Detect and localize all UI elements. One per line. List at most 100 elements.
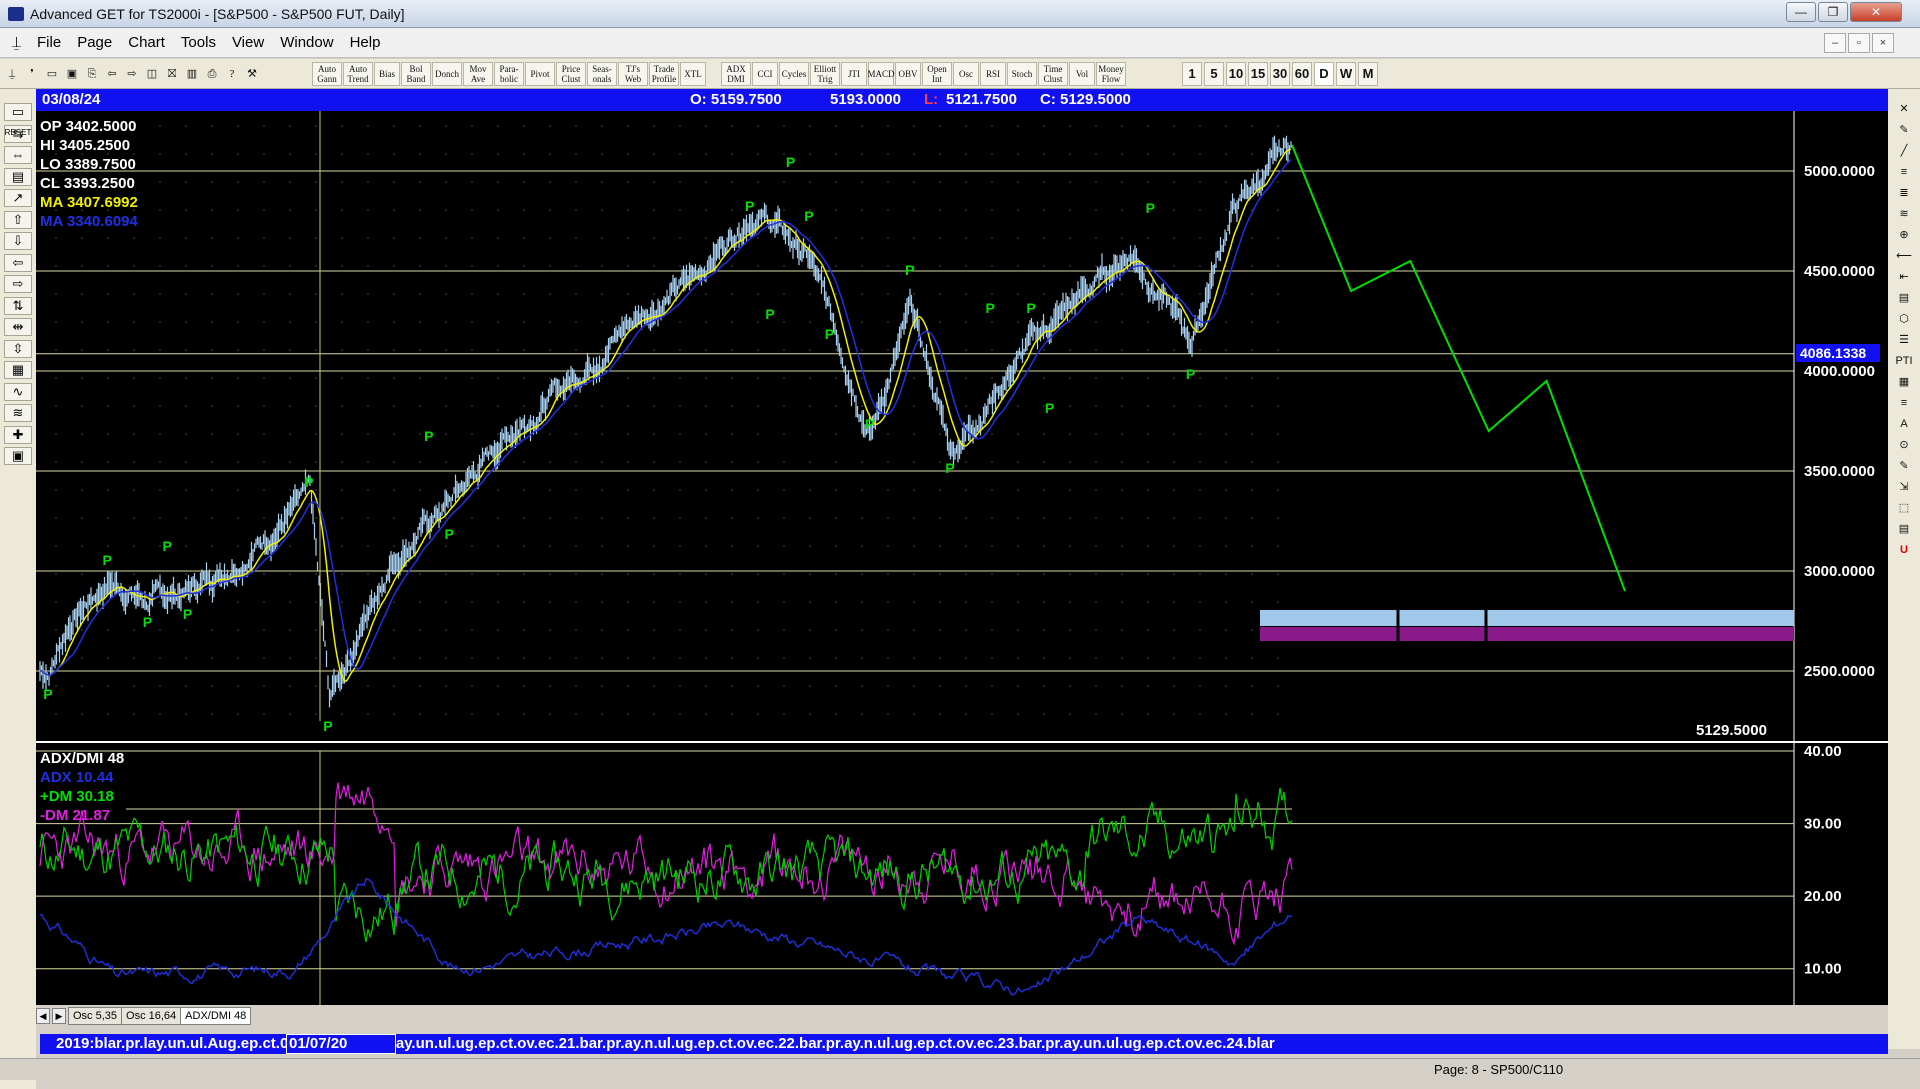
toolbar-icon-5[interactable]: ⇦	[104, 62, 120, 86]
right-tool-1[interactable]: ✎	[1893, 122, 1915, 138]
tab-scroll-right[interactable]: ▶	[52, 1008, 66, 1024]
right-tool-0[interactable]: ✕	[1893, 101, 1915, 117]
right-tool-3[interactable]: ≡	[1893, 164, 1915, 180]
left-tool-2[interactable]: ⇔	[4, 146, 32, 164]
timeframe-button-D[interactable]: D	[1314, 62, 1334, 86]
left-tool-5[interactable]: ⇧	[4, 210, 32, 229]
left-tool-0[interactable]: ▭	[4, 103, 32, 121]
left-tool-16[interactable]: ▣	[4, 447, 32, 465]
timeframe-button-5[interactable]: 5	[1204, 62, 1224, 86]
study-button-6[interactable]: Para- bolic	[494, 62, 524, 86]
toolbar-icon-8[interactable]: ⛝	[164, 62, 180, 86]
tab-osc-16-64[interactable]: Osc 16,64	[121, 1007, 182, 1025]
left-tool-9[interactable]: ⇅	[4, 296, 32, 315]
left-tool-3[interactable]: ▤	[4, 167, 32, 186]
right-tool-16[interactable]: ⊙	[1893, 437, 1915, 453]
study-button-11[interactable]: Trade Profile	[649, 62, 679, 86]
right-tool-8[interactable]: ⇤	[1893, 269, 1915, 285]
right-tool-19[interactable]: ⬚	[1893, 500, 1915, 516]
maximize-button[interactable]: ❐	[1818, 2, 1848, 22]
right-tool-21[interactable]: U	[1893, 542, 1915, 558]
left-tool-4[interactable]: ↗	[4, 189, 32, 207]
left-tool-12[interactable]: ▦	[4, 361, 32, 379]
study-button-9[interactable]: Seas- onals	[587, 62, 617, 86]
right-tool-11[interactable]: ☰	[1893, 332, 1915, 348]
left-tool-8[interactable]: ⇨	[4, 275, 32, 293]
right-tool-7[interactable]: ⟵	[1893, 248, 1915, 264]
chart-svg[interactable]: P P P P P P P P P P P P P P P P P P P P P P OP 3402.5000 HI 3…	[36, 111, 1888, 1005]
toolbar-icon-3[interactable]: ▣	[64, 62, 80, 86]
right-tool-9[interactable]: ▤	[1893, 290, 1915, 306]
study-button-20[interactable]: Open Int	[922, 62, 952, 86]
study-button-0[interactable]: Auto Gann	[312, 62, 342, 86]
timeframe-button-W[interactable]: W	[1336, 62, 1356, 86]
timeframe-button-M[interactable]: M	[1358, 62, 1378, 86]
study-button-14[interactable]: CCI	[752, 62, 778, 86]
left-tool-reset[interactable]: RESET	[4, 129, 32, 147]
right-tool-2[interactable]: ╱	[1893, 143, 1915, 159]
study-button-24[interactable]: Time Clust	[1038, 62, 1068, 86]
toolbar-icon-12[interactable]: ⚒	[244, 62, 260, 86]
study-button-10[interactable]: TJ's Web	[618, 62, 648, 86]
right-tool-12[interactable]: PTI	[1893, 353, 1915, 369]
toolbar-icon-6[interactable]: ⇨	[124, 62, 140, 86]
mdi-minimize-button[interactable]: –	[1824, 33, 1846, 53]
menu-chart[interactable]: Chart	[128, 34, 165, 51]
study-button-4[interactable]: Donch	[432, 62, 462, 86]
left-tool-13[interactable]: ∿	[4, 382, 32, 401]
toolbar-icon-2[interactable]: ▭	[44, 62, 60, 86]
left-tool-6[interactable]: ⇩	[4, 232, 32, 250]
menu-help[interactable]: Help	[350, 34, 381, 51]
close-button[interactable]: ✕	[1850, 2, 1902, 22]
left-tool-11[interactable]: ⇳	[4, 339, 32, 358]
minimize-button[interactable]: —	[1786, 2, 1816, 22]
tab-osc-5-35[interactable]: Osc 5,35	[68, 1007, 123, 1025]
timeframe-button-10[interactable]: 10	[1226, 62, 1246, 86]
right-tool-20[interactable]: ▤	[1893, 521, 1915, 537]
timeframe-button-30[interactable]: 30	[1270, 62, 1290, 86]
study-button-13[interactable]: ADX DMI	[721, 62, 751, 86]
pin-icon[interactable]: ⍊	[12, 34, 21, 51]
mdi-close-button[interactable]: ×	[1872, 33, 1894, 53]
toolbar-icon-7[interactable]: ◫	[144, 62, 160, 86]
menu-page[interactable]: Page	[77, 34, 112, 51]
right-tool-4[interactable]: ≣	[1893, 185, 1915, 201]
left-tool-7[interactable]: ⇦	[4, 253, 32, 272]
study-button-2[interactable]: Bias	[374, 62, 400, 86]
tab-scroll-left[interactable]: ◀	[36, 1008, 50, 1024]
toolbar-icon-1[interactable]: ❜	[24, 62, 40, 86]
right-tool-14[interactable]: ≡	[1893, 395, 1915, 411]
timeframe-button-1[interactable]: 1	[1182, 62, 1202, 86]
toolbar-icon-10[interactable]: ⎙	[204, 62, 220, 86]
toolbar-icon-0[interactable]: ⍊	[4, 62, 20, 86]
study-button-16[interactable]: Elliott Trig	[810, 62, 840, 86]
study-button-18[interactable]: MACD	[868, 62, 895, 86]
date-scrollbar[interactable]: 2019:blar.pr.lay.un.ul.Aug.ep.ct.01/07/2…	[40, 1034, 1888, 1054]
mdi-restore-button[interactable]: ▫	[1848, 33, 1870, 53]
menu-tools[interactable]: Tools	[181, 34, 216, 51]
chart-area[interactable]: P P P P P P P P P P P P P P P P P P P P P P OP 3402.5000 HI 3…	[36, 111, 1888, 1015]
timeframe-button-15[interactable]: 15	[1248, 62, 1268, 86]
tab-adx-dmi[interactable]: ADX/DMI 48	[180, 1007, 252, 1025]
left-tool-14[interactable]: ≋	[4, 404, 32, 422]
study-button-8[interactable]: Price Clust	[556, 62, 586, 86]
study-button-12[interactable]: XTL	[680, 62, 706, 86]
right-tool-18[interactable]: ⇲	[1893, 479, 1915, 495]
study-button-5[interactable]: Mov Ave	[463, 62, 493, 86]
timeframe-button-60[interactable]: 60	[1292, 62, 1312, 86]
right-tool-15[interactable]: A	[1893, 416, 1915, 432]
right-tool-6[interactable]: ⊕	[1893, 227, 1915, 243]
menu-window[interactable]: Window	[280, 34, 333, 51]
study-button-7[interactable]: Pivot	[525, 62, 555, 86]
study-button-26[interactable]: Money Flow	[1096, 62, 1126, 86]
study-button-22[interactable]: RSI	[980, 62, 1006, 86]
menu-view[interactable]: View	[232, 34, 264, 51]
left-tool-10[interactable]: ⇹	[4, 318, 32, 336]
right-tool-5[interactable]: ≋	[1893, 206, 1915, 222]
study-button-21[interactable]: Osc	[953, 62, 979, 86]
right-tool-10[interactable]: ⬡	[1893, 311, 1915, 327]
right-tool-13[interactable]: ▦	[1893, 374, 1915, 390]
study-button-15[interactable]: Cycles	[779, 62, 809, 86]
study-button-1[interactable]: Auto Trend	[343, 62, 373, 86]
study-button-25[interactable]: Vol	[1069, 62, 1095, 86]
